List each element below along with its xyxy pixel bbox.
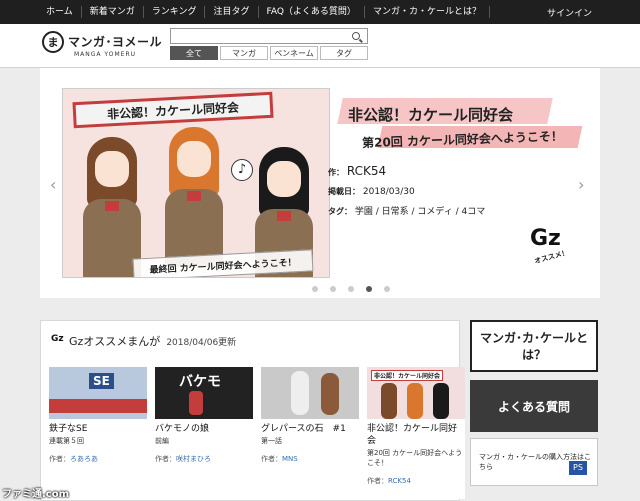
faq-banner[interactable]: よくある質問 <box>470 380 598 432</box>
search-tab-penname[interactable]: ペンネーム <box>270 46 318 60</box>
gz-logo: Gz <box>530 226 561 251</box>
manga-card[interactable]: 非公認！カケール同好会 非公認！カケール同好会 第20回 カケール同好会へようこ… <box>367 367 465 499</box>
card-title[interactable]: グレパースの石 #1 <box>261 423 359 435</box>
nav-ranking[interactable]: ランキング <box>144 6 206 18</box>
card-author-label: 作者： <box>261 455 282 463</box>
manga-card[interactable]: SE 鉄子なSE 連載第５回 作者：ろあろあ <box>49 367 147 499</box>
card-title[interactable]: 鉄子なSE <box>49 423 147 435</box>
nav-new-manga[interactable]: 新着マンガ <box>82 6 144 18</box>
carousel-dot[interactable] <box>384 286 390 292</box>
recommend-cards: SE 鉄子なSE 連載第５回 作者：ろあろあ バケモ バケモノの娘 前編 作者：… <box>49 367 473 499</box>
watermark: ファミ通.com <box>2 489 70 500</box>
character-illustration <box>77 137 147 277</box>
nav-faq[interactable]: FAQ（よくある質問） <box>259 6 365 18</box>
card-author[interactable]: MNS <box>282 455 298 463</box>
card-episode: 第20回 カケール同好会へようこそ！ <box>367 449 463 467</box>
search-tab-all[interactable]: 全て <box>170 46 218 60</box>
playstation-icon: PS <box>569 461 587 475</box>
card-author-label: 作者： <box>367 477 388 485</box>
gz-mini-icon: Gz <box>51 334 64 344</box>
card-author-label: 作者： <box>49 455 70 463</box>
search-tabs: 全て マンガ ペンネーム タグ <box>170 46 370 60</box>
thumb-label: バケモ <box>179 374 221 390</box>
carousel-dot-active[interactable] <box>366 286 372 292</box>
top-nav: ホーム 新着マンガ ランキング 注目タグ FAQ（よくある質問） マンガ・カ・ケ… <box>0 0 640 24</box>
hero-carousel: ‹ › 非公認！カケール同好会 ♪ 最終回 カケール同好会へようこそ！ 非公認！… <box>40 68 600 298</box>
carousel-prev-icon[interactable]: ‹ <box>50 177 60 193</box>
character-illustration <box>381 383 397 419</box>
recommend-date: 2018/04/06更新 <box>166 337 237 348</box>
gz-recommend-badge: Gz オススメ！ <box>530 226 580 266</box>
hero-date: 2018/03/30 <box>362 187 415 197</box>
card-title[interactable]: 非公認！カケール同好会 <box>367 423 465 447</box>
thumb-label: SE <box>89 373 114 389</box>
about-banner[interactable]: マンガ･カ･ケールとは？ <box>470 320 598 372</box>
character-illustration <box>433 383 449 419</box>
purchase-banner[interactable]: マンガ・カ・ケールの購入方法はこちら PS <box>470 438 598 486</box>
card-episode: 連載第５回 <box>49 437 84 445</box>
card-author[interactable]: ろあろあ <box>70 455 98 463</box>
character-illustration <box>189 391 203 415</box>
tags-label: タグ： <box>328 207 352 216</box>
card-author-row: 作者：RCK54 <box>367 476 465 486</box>
search-icon <box>352 32 360 40</box>
logo-subtext: MANGA YOMERU <box>74 51 137 58</box>
site-header: ま マンガ･ヨメール MANGA YOMERU 全て マンガ ペンネーム タグ <box>0 24 640 68</box>
carousel-dot[interactable] <box>312 286 318 292</box>
hero-tags-row: タグ： 学園 / 日常系 / コメディ / 4コマ <box>328 204 485 217</box>
manga-thumbnail[interactable]: 非公認！カケール同好会 <box>367 367 465 419</box>
card-author-row: 作者：ろあろあ <box>49 454 147 464</box>
recommend-heading: Gz Gzオススメまんが 2018/04/06更新 <box>51 333 236 349</box>
manga-thumbnail[interactable]: SE <box>49 367 147 419</box>
card-author-row: 作者：MNS <box>261 454 359 464</box>
carousel-dot[interactable] <box>330 286 336 292</box>
card-episode: 第一話 <box>261 437 282 445</box>
hero-author[interactable]: RCK54 <box>347 164 386 178</box>
hero-author-row: 作： RCK54 <box>328 164 386 178</box>
card-author[interactable]: 咲村まひろ <box>176 455 211 463</box>
nav-about[interactable]: マンガ・カ・ケールとは？ <box>365 6 490 18</box>
hero-title[interactable]: 非公認！カケール同好会 <box>348 104 588 125</box>
carousel-next-icon[interactable]: › <box>578 177 588 193</box>
train-illustration <box>49 399 147 413</box>
hero-image-banner: 非公認！カケール同好会 <box>72 91 274 129</box>
carousel-dots <box>312 286 402 292</box>
search-input[interactable] <box>170 28 368 44</box>
search-tab-manga[interactable]: マンガ <box>220 46 268 60</box>
date-label: 掲載日： <box>328 187 360 196</box>
search-button[interactable] <box>345 29 367 43</box>
manga-thumbnail[interactable]: バケモ <box>155 367 253 419</box>
nav-home[interactable]: ホーム <box>40 6 82 18</box>
hero-image[interactable]: 非公認！カケール同好会 ♪ 最終回 カケール同好会へようこそ！ <box>62 88 330 278</box>
music-note-icon: ♪ <box>231 159 253 181</box>
hero-date-row: 掲載日： 2018/03/30 <box>328 186 415 197</box>
search-tab-tag[interactable]: タグ <box>320 46 368 60</box>
character-illustration <box>291 371 309 415</box>
card-author[interactable]: RCK54 <box>388 477 411 485</box>
manga-card[interactable]: バケモ バケモノの娘 前編 作者：咲村まひろ <box>155 367 253 499</box>
card-title[interactable]: バケモノの娘 <box>155 423 253 435</box>
logo-mark: ま <box>42 31 64 53</box>
character-illustration <box>321 373 339 415</box>
carousel-dot[interactable] <box>348 286 354 292</box>
signin-link[interactable]: サインイン <box>547 6 592 19</box>
manga-thumbnail[interactable] <box>261 367 359 419</box>
card-author-row: 作者：咲村まひろ <box>155 454 253 464</box>
recommend-title: Gzオススメまんが <box>69 335 161 348</box>
hero-tags[interactable]: 学園 / 日常系 / コメディ / 4コマ <box>355 207 485 217</box>
manga-card[interactable]: グレパースの石 #1 第一話 作者：MNS <box>261 367 359 499</box>
author-label: 作： <box>328 168 344 177</box>
site-logo[interactable]: ま マンガ･ヨメール MANGA YOMERU <box>42 29 162 63</box>
recommend-section: Gz Gzオススメまんが 2018/04/06更新 SE 鉄子なSE 連載第５回… <box>40 320 465 501</box>
nav-tags[interactable]: 注目タグ <box>205 6 259 18</box>
card-episode: 前編 <box>155 437 169 445</box>
character-illustration <box>407 383 423 419</box>
logo-text: マンガ･ヨメール <box>68 35 163 49</box>
card-author-label: 作者： <box>155 455 176 463</box>
thumb-label: 非公認！カケール同好会 <box>371 370 444 381</box>
